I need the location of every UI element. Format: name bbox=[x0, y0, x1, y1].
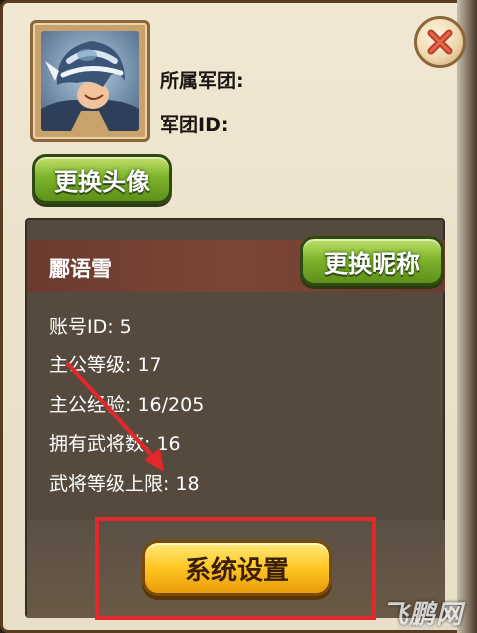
background-edge bbox=[457, 0, 477, 633]
avatar bbox=[41, 31, 139, 131]
legion-label: 所属军团: bbox=[160, 70, 244, 92]
watermark-site: www.FPWAP.com bbox=[398, 624, 453, 632]
hero-helmet-portrait-icon bbox=[41, 41, 139, 131]
avatar-frame bbox=[30, 20, 150, 142]
legion-id-label: 军团ID: bbox=[160, 114, 229, 136]
close-x-icon bbox=[427, 29, 453, 55]
change-nickname-button[interactable]: 更换昵称 bbox=[300, 236, 444, 286]
player-name: 酈语雪 bbox=[49, 257, 112, 281]
change-avatar-button[interactable]: 更换头像 bbox=[32, 154, 172, 204]
change-avatar-label: 更换头像 bbox=[54, 167, 150, 196]
annotation-highlight-box bbox=[95, 517, 376, 620]
change-nickname-label: 更换昵称 bbox=[324, 249, 420, 278]
close-button[interactable] bbox=[414, 16, 466, 68]
annotation-arrow-icon bbox=[66, 362, 164, 472]
stat-account-id: 账号ID: 5 bbox=[49, 316, 132, 338]
